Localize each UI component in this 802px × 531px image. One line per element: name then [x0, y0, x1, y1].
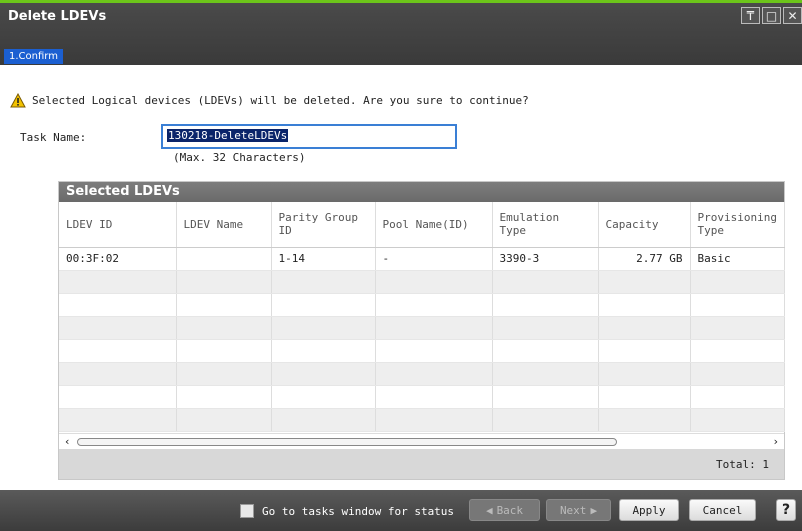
maximize-icon[interactable]: □ [762, 7, 781, 24]
warning-icon [10, 93, 26, 108]
step-tab-confirm[interactable]: 1.Confirm [4, 49, 63, 64]
table-cell: 3390-3 [492, 247, 599, 271]
pin-icon[interactable]: ₸ [741, 7, 760, 24]
selected-ldevs-panel: Selected LDEVs LDEV ID LDEV Name Parity … [58, 181, 785, 480]
next-label: Next [559, 503, 587, 517]
empty-row [59, 362, 785, 386]
column-header[interactable]: LDEV Name [176, 202, 272, 248]
title-bar: Delete LDEVs ₸ □ ✕ 1.Confirm [0, 0, 802, 65]
horizontal-scrollbar[interactable]: ‹ › [59, 433, 784, 449]
apply-button[interactable]: Apply [619, 499, 679, 521]
column-header[interactable]: LDEV ID [59, 202, 177, 248]
empty-row [59, 385, 785, 409]
warning-text: Selected Logical devices (LDEVs) will be… [32, 94, 529, 107]
next-button[interactable]: Next ▶ [546, 499, 611, 521]
empty-row [59, 408, 785, 432]
panel-footer: Total: 1 [59, 449, 784, 479]
task-name-value[interactable]: 130218-DeleteLDEVs [167, 129, 289, 142]
table-cell: Basic [690, 247, 785, 271]
window-title: Delete LDEVs [8, 9, 107, 24]
column-header[interactable]: Parity Group ID [271, 202, 376, 248]
table-cell [176, 247, 272, 271]
empty-row [59, 339, 785, 363]
table-header-row: LDEV ID LDEV Name Parity Group ID Pool N… [59, 202, 785, 248]
table-cell: 1-14 [271, 247, 376, 271]
empty-row [59, 270, 785, 294]
table-row[interactable]: 00:3F:02 1-14 - 3390-3 2.77 GB Basic [59, 247, 785, 271]
total-count: Total: 1 [716, 458, 769, 471]
task-name-label: Task Name: [20, 131, 87, 144]
panel-title: Selected LDEVs [59, 182, 784, 202]
go-to-tasks-option[interactable]: Go to tasks window for status [240, 504, 454, 518]
window-controls: ₸ □ ✕ [741, 7, 802, 24]
scrollbar-thumb[interactable] [77, 438, 617, 446]
table-cell: - [375, 247, 493, 271]
dialog-footer: Go to tasks window for status ◀ Back Nex… [0, 490, 802, 531]
cancel-button[interactable]: Cancel [689, 499, 756, 521]
table-cell: 2.77 GB [598, 247, 691, 271]
next-arrow-icon: ▶ [590, 503, 598, 517]
scroll-right-icon[interactable]: › [774, 435, 778, 448]
go-to-tasks-label: Go to tasks window for status [262, 504, 455, 518]
warning-message: Selected Logical devices (LDEVs) will be… [10, 93, 529, 108]
ldev-table: LDEV ID LDEV Name Parity Group ID Pool N… [59, 202, 785, 432]
column-header[interactable]: Emulation Type [492, 202, 599, 248]
scroll-left-icon[interactable]: ‹ [65, 435, 69, 448]
empty-row [59, 316, 785, 340]
task-name-hint: (Max. 32 Characters) [173, 151, 306, 164]
back-label: Back [496, 503, 524, 517]
back-arrow-icon: ◀ [485, 503, 493, 517]
help-button[interactable]: ? [776, 499, 796, 521]
go-to-tasks-checkbox[interactable] [240, 504, 254, 518]
task-name-input[interactable]: 130218-DeleteLDEVs [161, 124, 457, 149]
column-header[interactable]: Provisioning Type [690, 202, 785, 248]
close-icon[interactable]: ✕ [783, 7, 802, 24]
column-header[interactable]: Pool Name(ID) [375, 202, 493, 248]
empty-row [59, 293, 785, 317]
table-cell: 00:3F:02 [59, 247, 177, 271]
column-header[interactable]: Capacity [598, 202, 691, 248]
back-button[interactable]: ◀ Back [469, 499, 540, 521]
